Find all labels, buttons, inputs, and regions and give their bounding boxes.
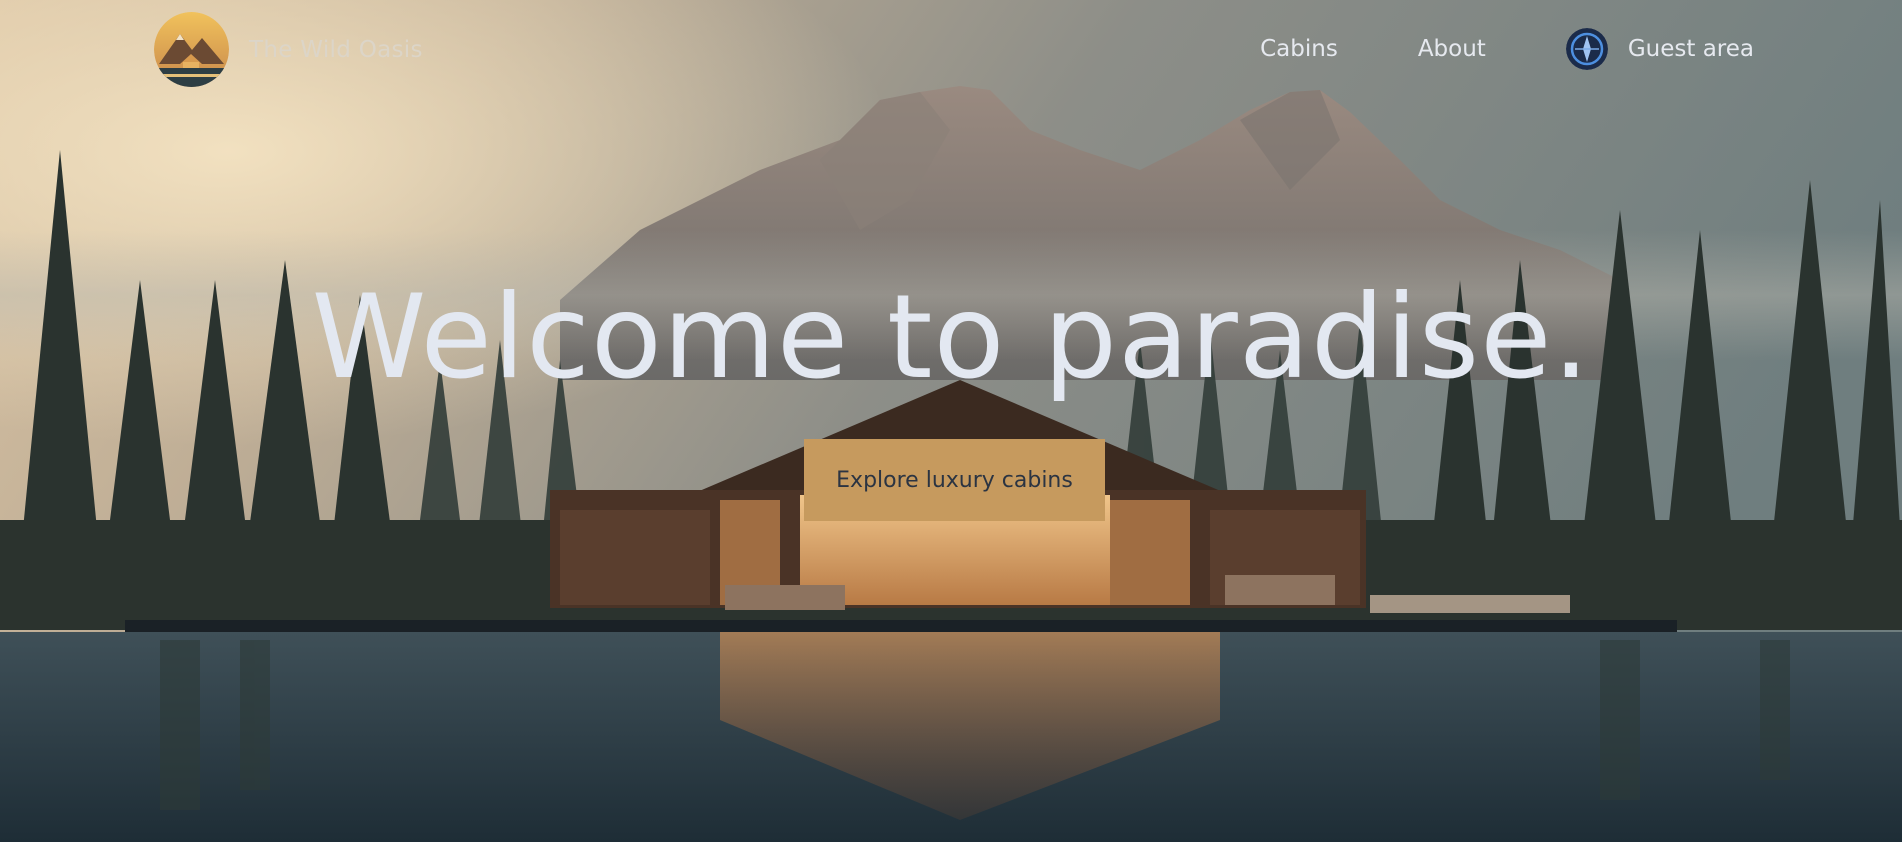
nav-link-about[interactable]: About xyxy=(1418,36,1486,62)
nav-link-cabins[interactable]: Cabins xyxy=(1260,36,1338,62)
hero-background-image xyxy=(0,0,1902,842)
mountain-cabin-logo-icon xyxy=(154,12,229,87)
top-navigation: The Wild Oasis Cabins About Guest area xyxy=(0,0,1902,98)
nav-item-cabins: Cabins xyxy=(1260,36,1338,62)
nav-link-guest-area[interactable]: Guest area xyxy=(1565,28,1754,70)
user-avatar-icon xyxy=(1565,28,1608,70)
nav-item-about: About xyxy=(1418,36,1486,62)
nav-item-guest-area: Guest area xyxy=(1565,28,1754,70)
brand-home-link[interactable]: The Wild Oasis xyxy=(154,12,423,87)
page: The Wild Oasis Cabins About Guest area W… xyxy=(0,0,1902,842)
brand-name: The Wild Oasis xyxy=(249,36,423,63)
nav-links: Cabins About Guest area xyxy=(1180,22,1754,76)
hero-title: Welcome to paradise. xyxy=(311,270,1591,405)
nav-link-guest-area-label: Guest area xyxy=(1627,36,1754,62)
explore-cabins-button[interactable]: Explore luxury cabins xyxy=(804,439,1105,521)
